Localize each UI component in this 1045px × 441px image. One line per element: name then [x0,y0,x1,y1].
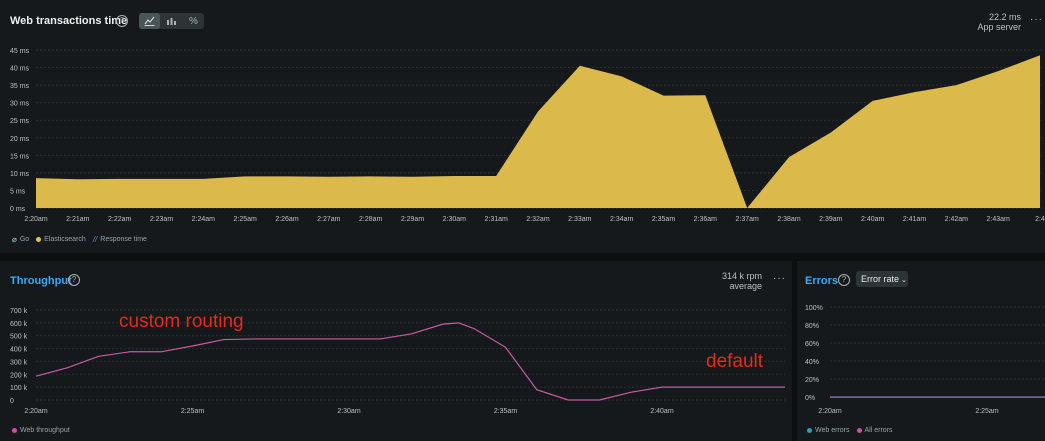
x-tick-label: 2:36am [694,216,718,223]
x-tick-label: 2:28am [359,216,383,223]
x-tick-label: 2:25am [181,408,205,415]
y-tick-label: 600 k [10,321,28,328]
y-tick-label: 500 k [10,334,28,341]
x-tick-label: 2:42am [945,216,969,223]
x-tick-label: 2:31am [484,216,508,223]
y-tick-label: 5 ms [10,188,26,195]
web-legend: ⌀ Go Elasticsearch //Response time [12,235,147,244]
all-errors-dot-icon [856,428,862,433]
y-tick-label: 300 k [10,359,28,366]
y-tick-label: 40 ms [10,66,30,73]
go-legend-label: Go [19,236,30,243]
x-tick-label: 2:30am [443,216,467,223]
annotation-custom-routing: custom routing [119,311,244,332]
x-tick-label: 2:30am [337,408,361,415]
x-tick-label: 2:40am [861,216,885,223]
x-tick-label: 2:23am [150,216,174,223]
web-throughput-legend-label: Web throughput [20,427,70,434]
go-legend-item[interactable]: ⌀ Go [12,235,29,244]
x-tick-label: 2:41am [903,216,927,223]
x-tick-label: 2:20am [24,216,48,223]
web-errors-dot-icon [807,428,812,433]
x-tick-label: 2:39am [819,216,843,223]
x-tick-label: 2:27am [317,216,341,223]
y-tick-label: 400 k [10,347,28,354]
y-tick-label: 0 [10,398,14,405]
x-tick-label: 2:25am [975,408,999,415]
y-tick-label: 200 k [10,372,28,379]
x-tick-label: 2:35am [652,216,676,223]
x-tick-label: 2:43am [986,216,1010,223]
x-tick-label: 2:24am [192,216,216,223]
throughput-legend[interactable]: Web throughput [12,427,70,434]
x-tick-label: 2:29am [401,216,425,223]
x-tick-label: 2:22am [108,216,132,223]
web-errors-legend-item[interactable]: Web errors [807,427,850,434]
x-tick-label: 2:32am [526,216,550,223]
go-icon: ⌀ [12,235,17,244]
charts-canvas: 45 ms 40 ms 35 ms 30 ms 25 ms 20 ms 15 ms 10 ms… [10,48,1045,415]
x-tick-label: 2:33am [568,216,592,223]
response-time-icon: // [92,235,98,244]
y-tick-label: 10 ms [10,171,30,178]
y-tick-label: 20% [805,377,819,384]
x-tick-label: 2:38am [777,216,801,223]
web-errors-legend-label: Web errors [815,427,850,434]
x-tick-label: 2:25am [233,216,257,223]
x-tick-label: 2:21am [66,216,90,223]
annotation-default: default [706,351,764,372]
y-tick-label: 100 k [10,385,28,392]
web-throughput-dot-icon [12,428,17,433]
response-time-legend-item[interactable]: //Response time [93,235,147,244]
elasticsearch-area [36,55,1040,209]
x-tick-label: 2:35am [494,408,518,415]
x-tick-label: 2:20am [24,408,48,415]
all-errors-legend-item[interactable]: All errors [856,427,893,434]
errors-legend: Web errors All errors [807,427,893,434]
all-errors-legend-label: All errors [864,427,893,434]
y-tick-label: 60% [805,341,819,348]
response-time-legend-label: Response time [100,236,147,243]
elasticsearch-legend-item[interactable]: Elasticsearch [36,236,86,243]
y-tick-label: 25 ms [10,118,30,125]
y-tick-label: 40% [805,359,819,366]
x-tick-label: 2:40am [650,408,674,415]
elasticsearch-dot-icon [36,237,42,242]
y-tick-label: 700 k [10,308,28,315]
y-tick-label: 20 ms [10,136,30,143]
y-tick-label: 45 ms [10,48,30,55]
x-tick-label: 2:34am [610,216,634,223]
y-tick-label: 30 ms [10,101,30,108]
x-tick-label: 2:26am [275,216,299,223]
y-tick-label: 35 ms [10,83,30,90]
elasticsearch-legend-label: Elasticsearch [44,236,86,243]
y-tick-label: 0 ms [10,206,26,213]
x-tick-label: 2:20am [818,408,842,415]
y-tick-label: 15 ms [10,153,30,160]
x-tick-label: 2:4 [1035,216,1045,223]
x-tick-label: 2:37am [735,216,759,223]
y-tick-label: 80% [805,323,819,330]
y-tick-label: 0% [805,395,815,402]
y-tick-label: 100% [805,305,823,312]
